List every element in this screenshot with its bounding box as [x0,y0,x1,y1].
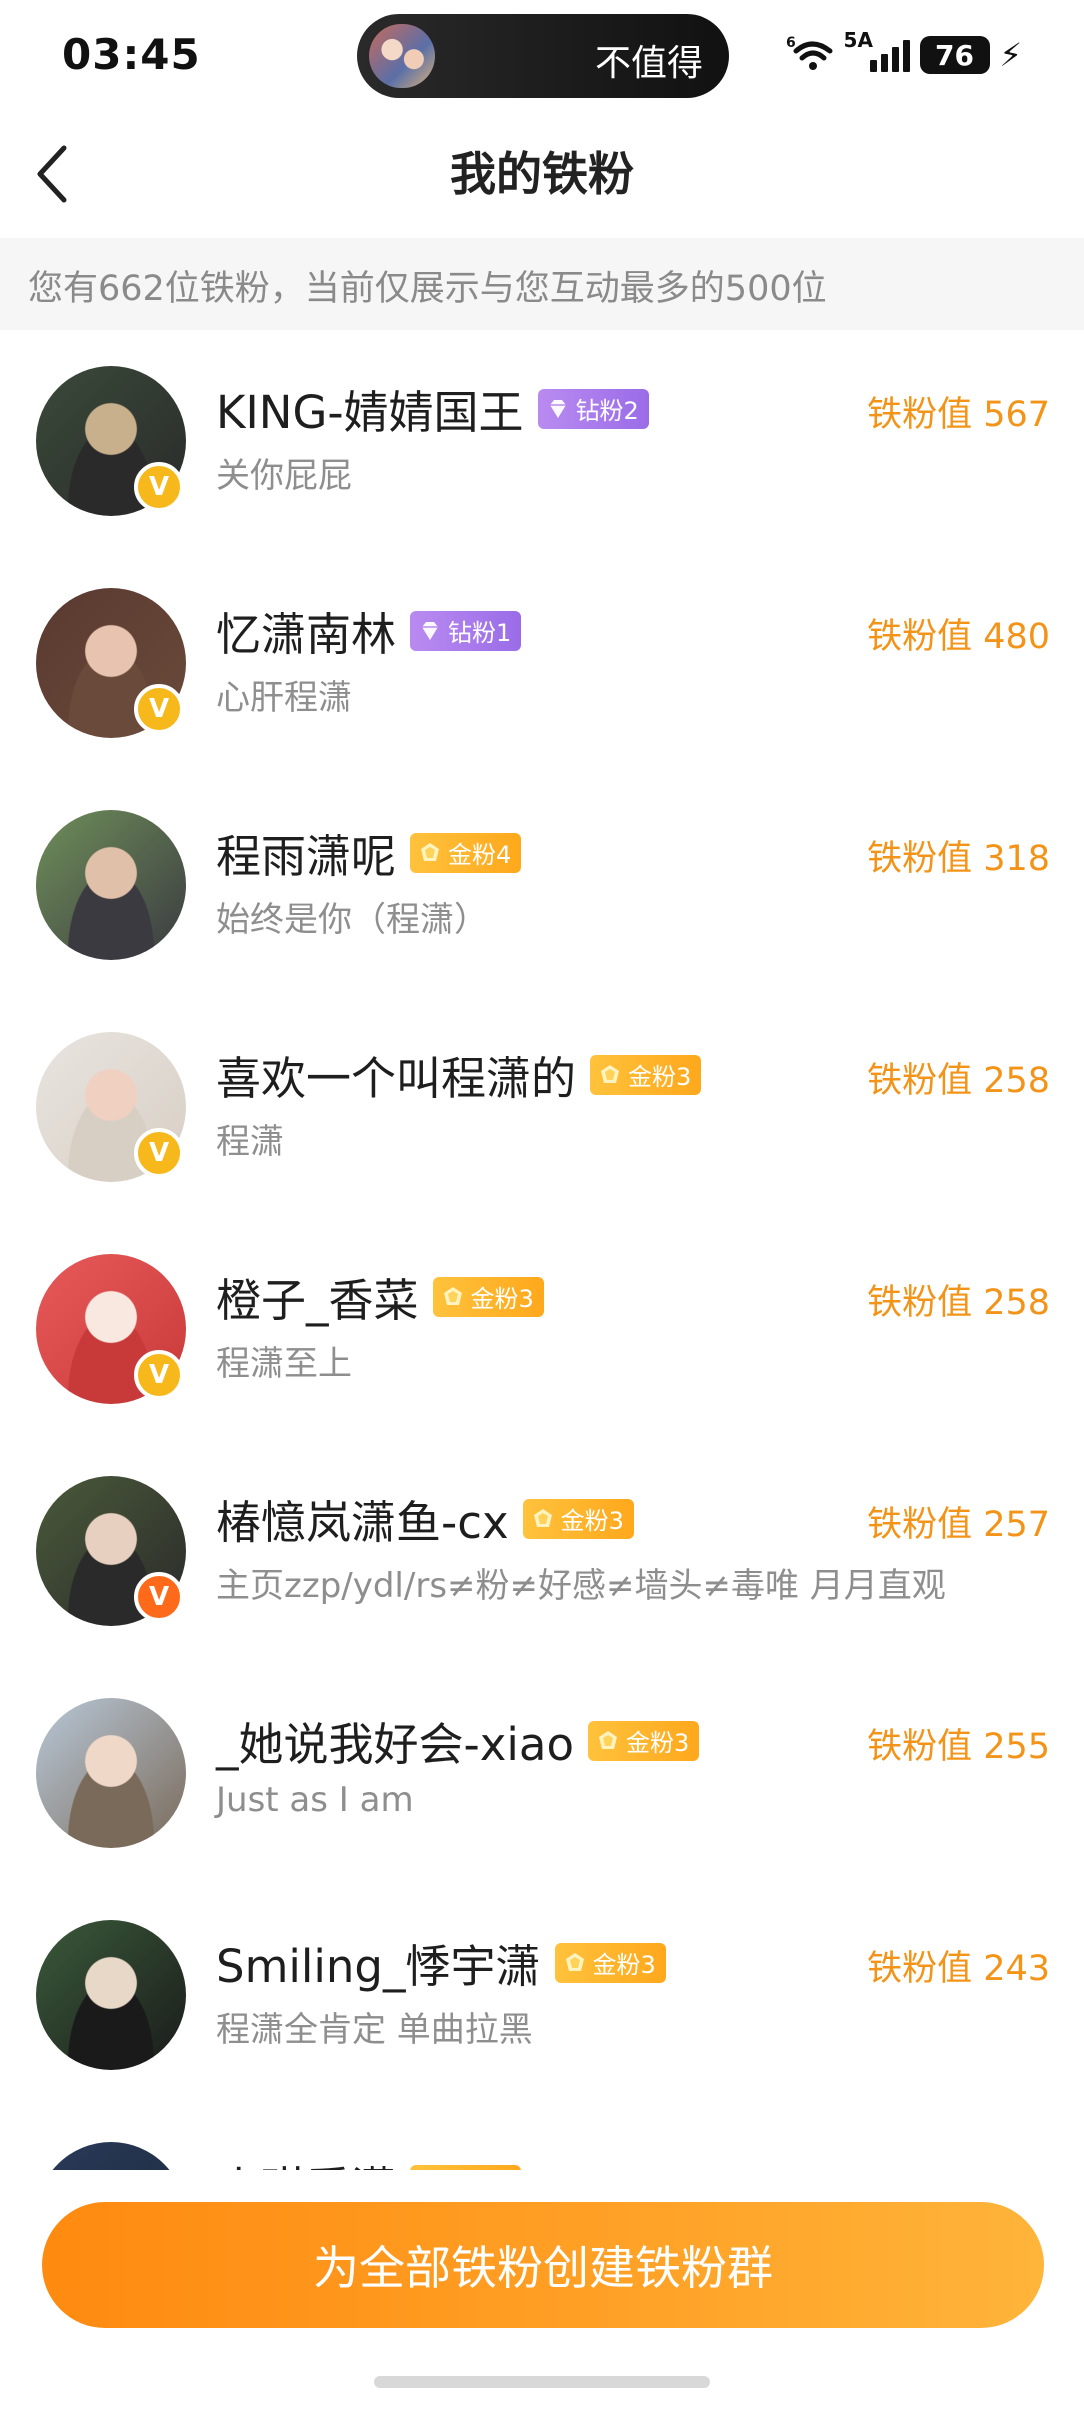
fan-list-item[interactable]: V KING-婧婧国王 钻粉2 关你屁屁 铁粉值 567 [0,330,1084,552]
cellular-signal-icon: 5A [844,28,910,76]
diamond-icon [422,621,439,640]
fan-level-badge: 金粉3 [554,1942,666,1983]
fan-signature: 主页zzp/ydl/rs≠粉≠好感≠墙头≠毒唯 月月直观 [216,1566,946,1606]
fan-name-line: 橙子_香菜 金粉3 [216,1264,544,1329]
fan-signature: 关你屁屁 [216,456,352,496]
fan-signature: 始终是你（程潇） [216,900,488,940]
fan-score: 铁粉值 258 [867,1061,1050,1101]
network-type-label: 5A [843,28,873,52]
home-indicator[interactable] [374,2376,710,2388]
fan-list-item[interactable]: V 喜欢一个叫程潇的 金粉3 程潇 铁粉值 258 [0,996,1084,1218]
fan-level-badge-label: 金粉3 [592,1951,656,1979]
fan-level-badge-label: 金粉3 [560,1507,624,1535]
fan-list-item[interactable]: _她说我好会-xiao 金粉3 Just as I am 铁粉值 255 [0,1662,1084,1884]
wifi-icon: 6 [786,35,833,70]
fan-list-item[interactable]: V 椿憶岚潇鱼-cx 金粉3 主页zzp/ydl/rs≠粉≠好感≠墙头≠毒唯 月月直观… [0,1440,1084,1662]
fan-name: 橙子_香菜 [216,1274,419,1327]
dynamic-island[interactable]: 不值得 [357,14,729,98]
fan-level-badge-label: 金粉3 [470,1285,534,1313]
charging-icon: ⚡ [999,36,1022,74]
verified-v-icon: V [134,1572,184,1622]
island-song-title: 不值得 [594,43,703,84]
fan-signature: 程潇至上 [216,1344,352,1384]
fan-avatar[interactable] [36,810,186,960]
fan-list-item[interactable]: V 橙子_香菜 金粉3 程潇至上 铁粉值 258 [0,1218,1084,1440]
fan-name: 小琪爱潇 [216,2152,396,2170]
fan-level-badge: 金粉3 [432,1276,544,1317]
fan-name: _她说我好会-xiao [216,1718,574,1771]
fan-name-line: 小琪爱潇金粉3 [216,2152,522,2170]
nav-header: 我的铁粉 [0,110,1084,238]
fan-level-badge: 金粉4 [410,832,522,873]
verified-v-icon: V [134,462,184,512]
fan-list[interactable]: V KING-婧婧国王 钻粉2 关你屁屁 铁粉值 567 V 忆潇南林 钻粉1 心肝程潇 铁粉值 … [0,330,1084,2170]
verified-v-icon: V [134,1128,184,1178]
fan-list-item[interactable]: 程雨潇呢 金粉4 始终是你（程潇） 铁粉值 318 [0,774,1084,996]
fan-name: KING-婧婧国王 [216,386,524,439]
fan-signature: 程潇 [216,1122,284,1162]
fan-level-badge: 金粉3 [590,1054,702,1095]
bottom-action-bar: 为全部铁粉创建铁粉群 [0,2170,1084,2412]
fan-score: 铁粉值 480 [867,617,1050,657]
gold-gem-icon [565,1952,584,1971]
fan-list-item[interactable]: Smiling_悸宇潇 金粉3 程潇全肯定 单曲拉黑 铁粉值 243 [0,1884,1084,2106]
status-time: 03:45 [62,30,201,79]
fan-signature: 程潇全肯定 单曲拉黑 [216,2010,533,2050]
fan-name: 程雨潇呢 [216,830,397,883]
fan-name: 椿憶岚潇鱼-cx [216,1496,509,1549]
fan-signature: Just as I am [216,1780,414,1820]
notice-text: 您有662位铁粉，当前仅展示与您互动最多的500位 [28,269,827,309]
fan-score: 铁粉值 257 [867,1505,1050,1545]
fan-avatar[interactable] [36,2142,186,2170]
fan-name: Smiling_悸宇潇 [216,1940,541,1993]
verified-v-icon: V [134,684,184,734]
gold-gem-icon [598,1730,617,1749]
fan-name-line: 喜欢一个叫程潇的 金粉3 [216,1042,702,1107]
create-fan-group-button[interactable]: 为全部铁粉创建铁粉群 [42,2202,1044,2328]
fan-score: 铁粉值 255 [867,1727,1050,1767]
status-indicators: 6 5A 76 ⚡ [786,28,1022,80]
fan-score: 铁粉值 567 [867,395,1050,435]
verified-v-icon: V [134,1350,184,1400]
fan-level-badge: 金粉3 [522,1498,634,1539]
fan-name: 忆潇南林 [216,608,397,661]
page-title: 我的铁粉 [450,147,634,201]
fan-score: 铁粉值 258 [867,1283,1050,1323]
fans-count-notice: 您有662位铁粉，当前仅展示与您互动最多的500位 [0,238,1084,330]
fan-level-badge-label: 钻粉2 [575,397,639,425]
diamond-icon [549,399,566,418]
fan-name-line: Smiling_悸宇潇 金粉3 [216,1930,666,1995]
fan-avatar[interactable] [36,1920,186,2070]
fan-level-badge-label: 金粉4 [448,841,512,869]
fan-level-badge: 钻粉1 [410,610,522,651]
fan-level-badge-label: 金粉3 [625,1729,690,1757]
gold-gem-icon [421,842,440,861]
fan-score: 铁粉值 [945,2162,1050,2170]
fan-name-line: 程雨潇呢 金粉4 [216,820,522,885]
fan-name-line: _她说我好会-xiao 金粉3 [216,1708,700,1773]
status-bar: 03:45 不值得 6 5A 76 ⚡ [0,0,1084,110]
fan-name-line: 椿憶岚潇鱼-cx 金粉3 [216,1486,634,1551]
fan-score: 铁粉值 318 [867,839,1050,879]
gold-gem-icon [601,1064,620,1083]
svg-text:6: 6 [786,35,796,51]
fan-score: 铁粉值 243 [867,1949,1050,1989]
music-cover-thumbnail [369,24,435,88]
fan-name: 喜欢一个叫程潇的 [216,1052,577,1105]
battery-icon: 76 [919,36,990,74]
fan-name-line: KING-婧婧国王 钻粉2 [216,376,649,441]
fan-level-badge-label: 钻粉1 [448,619,512,647]
fan-level-badge: 金粉3 [587,1720,700,1761]
fan-level-badge: 钻粉2 [537,388,649,429]
fan-level-badge-label: 金粉3 [628,1063,692,1091]
gold-gem-icon [443,1286,462,1305]
fan-list-item[interactable]: 小琪爱潇金粉3 铁粉值 [0,2106,1084,2170]
fan-avatar[interactable] [36,1698,186,1848]
gold-gem-icon [533,1508,552,1527]
fan-signature: 心肝程潇 [216,678,352,718]
fan-list-item[interactable]: V 忆潇南林 钻粉1 心肝程潇 铁粉值 480 [0,552,1084,774]
fan-name-line: 忆潇南林 钻粉1 [216,598,522,663]
